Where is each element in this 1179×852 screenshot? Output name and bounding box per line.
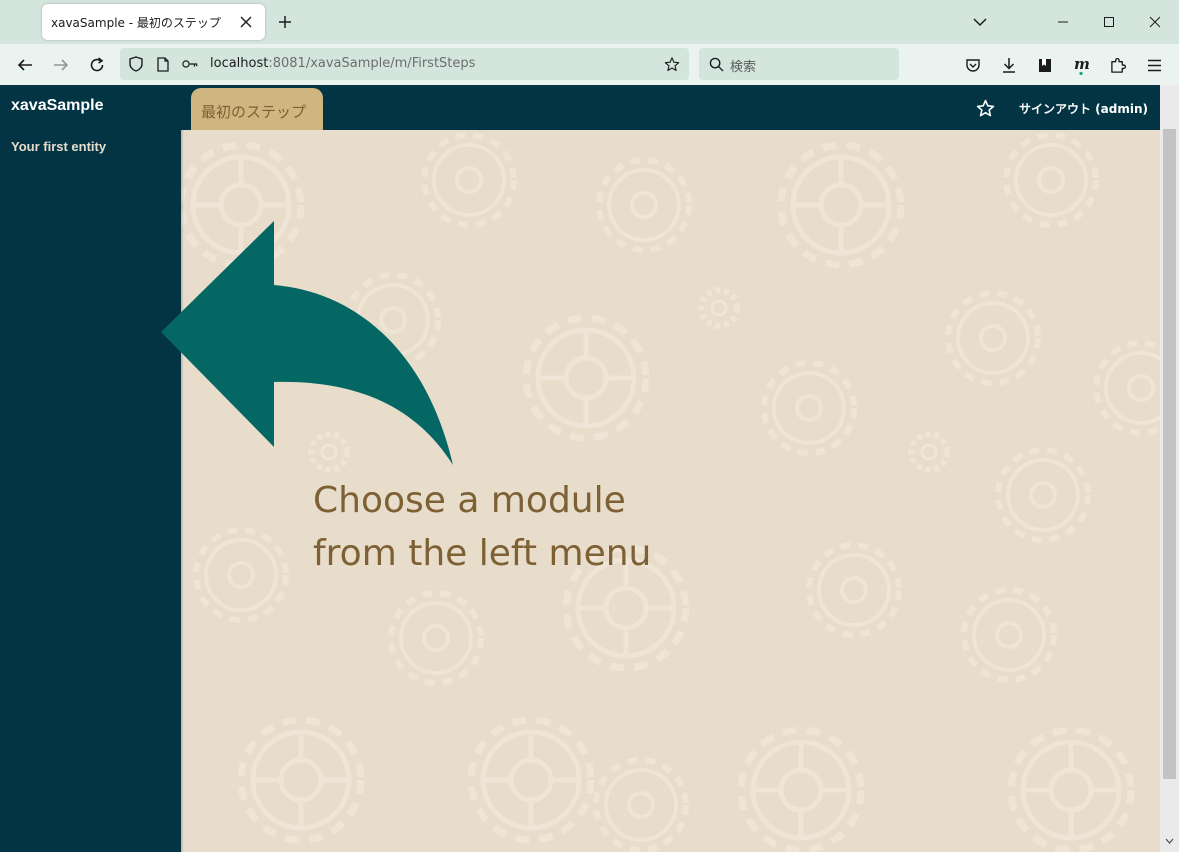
chevron-down-icon[interactable] [970, 12, 990, 32]
vertical-scrollbar[interactable] [1160, 85, 1179, 852]
prompt-line-1: Choose a module [313, 480, 626, 521]
minimize-icon[interactable] [1053, 12, 1073, 32]
pocket-icon[interactable] [962, 54, 984, 76]
tab-strip: xavaSample - 最初のステップ [0, 0, 1179, 44]
app-sidebar: xavaSample Your first entity [0, 85, 181, 852]
maximize-icon[interactable] [1099, 12, 1119, 32]
favorite-star-icon[interactable] [975, 98, 995, 118]
search-input[interactable]: 検索 [699, 48, 899, 80]
module-header: 最初のステップ サインアウト (admin) [181, 85, 1160, 130]
search-placeholder: 検索 [730, 60, 757, 75]
svg-text:m: m [1074, 55, 1090, 73]
extension-m-icon[interactable]: m [1070, 54, 1092, 76]
navigation-toolbar: localhost:8081/xavaSample/m/FirstSteps 検… [0, 44, 1179, 85]
signout-link[interactable]: サインアウト (admin) [1019, 100, 1148, 117]
shield-icon[interactable] [128, 56, 144, 72]
library-icon[interactable] [1034, 54, 1056, 76]
browser-tab-active[interactable]: xavaSample - 最初のステップ [42, 4, 265, 40]
app-name[interactable]: xavaSample [11, 97, 104, 115]
module-tab-label: 最初のステップ [201, 103, 307, 121]
sidebar-item-your-first-entity[interactable]: Your first entity [11, 139, 106, 154]
download-icon[interactable] [998, 54, 1020, 76]
search-icon [708, 56, 724, 72]
scrollbar-thumb[interactable] [1163, 129, 1176, 779]
reload-icon[interactable] [86, 54, 108, 76]
extensions-puzzle-icon[interactable] [1107, 54, 1129, 76]
arrow-left-icon [161, 221, 453, 465]
key-icon[interactable] [182, 56, 198, 72]
browser-tab-title: xavaSample - 最初のステップ [51, 16, 221, 30]
url-text: localhost:8081/xavaSample/m/FirstSteps [210, 56, 475, 71]
url-host: localhost [210, 56, 269, 71]
bookmark-star-icon[interactable] [664, 56, 680, 72]
tab-first-steps[interactable]: 最初のステップ [191, 88, 323, 130]
menu-hamburger-icon[interactable] [1143, 54, 1165, 76]
url-path: :8081/xavaSample/m/FirstSteps [268, 56, 476, 71]
browser-window: xavaSample - 最初のステップ localhost:8081/xava… [0, 0, 1179, 852]
choose-module-prompt: Choose a module from the left menu [313, 474, 733, 580]
close-window-icon[interactable] [1145, 12, 1165, 32]
prompt-line-2: from the left menu [313, 533, 652, 574]
url-bar[interactable]: localhost:8081/xavaSample/m/FirstSteps [120, 48, 689, 80]
new-tab-icon[interactable] [275, 12, 295, 32]
forward-arrow-icon[interactable] [50, 54, 72, 76]
close-tab-icon[interactable] [236, 12, 256, 32]
page-icon[interactable] [155, 56, 171, 72]
back-arrow-icon[interactable] [14, 54, 36, 76]
scroll-down-icon[interactable] [1163, 833, 1176, 849]
